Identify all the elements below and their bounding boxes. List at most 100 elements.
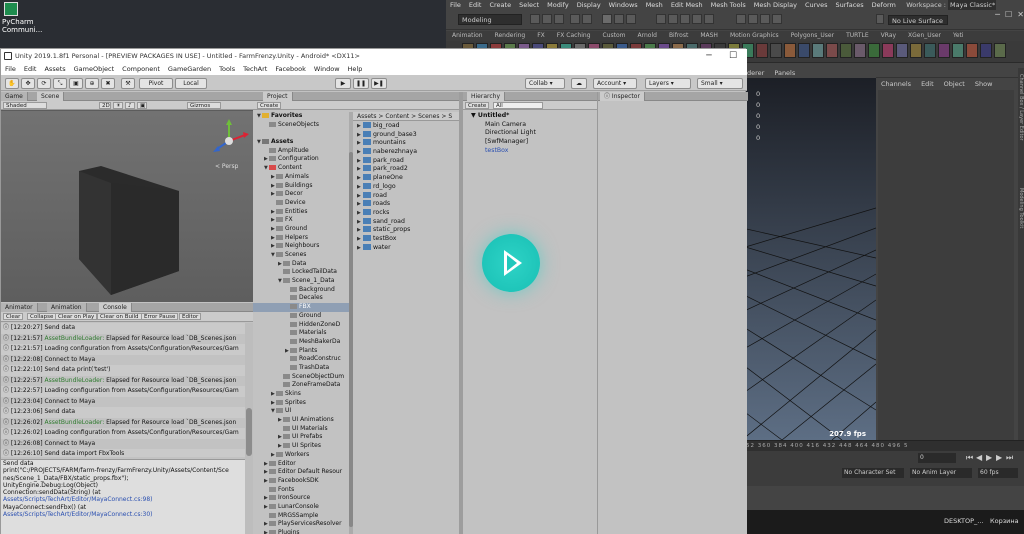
console-log-row[interactable]: ⓘ [12:22:57] Loading configuration from … [1, 386, 245, 397]
menu-assets[interactable]: Assets [40, 64, 69, 75]
tab-console[interactable]: Console [99, 303, 132, 312]
shelf-tool-icon[interactable] [770, 43, 782, 58]
project-tree-item[interactable]: MRGSSample [253, 512, 353, 521]
shelf-tool-icon[interactable] [798, 43, 810, 58]
menu-gamegarden[interactable]: GameGarden [164, 64, 215, 75]
project-tree-item[interactable]: ▶ UI Prefabs [253, 433, 353, 442]
console-log-row[interactable]: ⓘ [12:22:10] Send data print('test') [1, 365, 245, 376]
hierarchy-search-input[interactable]: All [493, 102, 543, 109]
minimize-button[interactable]: ─ [697, 49, 721, 64]
maya-menu-edit-mesh[interactable]: Edit Mesh [667, 0, 707, 10]
project-tree-item[interactable]: ▶ Decor [253, 190, 353, 199]
time-ruler[interactable]: 52 360 384 400 416 432 448 464 480 496 5 [742, 441, 1024, 451]
console-log-row[interactable]: ⓘ [12:22:57] AssetBundleLoader: Elapsed … [1, 376, 245, 387]
menu-edit[interactable]: Edit [20, 64, 41, 75]
fps-dropdown[interactable]: 60 fps [978, 468, 1018, 478]
project-tree-item[interactable]: SceneObjectDum [253, 373, 353, 382]
clear-button[interactable]: Clear [3, 313, 24, 320]
asset-item[interactable]: ▶ water [353, 243, 461, 253]
shelf-tab-yeti[interactable]: Yeti [947, 31, 970, 41]
scene-root-row[interactable]: ▼ Untitled* [463, 112, 597, 121]
shelf-tab-turtle[interactable]: TURTLE [840, 31, 875, 41]
shelf-tool-icon[interactable] [966, 43, 978, 58]
project-tree-item[interactable]: MeshBakerDa [253, 338, 353, 347]
project-tree-item[interactable]: SceneObjects [253, 121, 353, 130]
maya-window-controls[interactable]: ─ ☐ ✕ [964, 10, 1024, 20]
console-scrollbar[interactable] [245, 323, 253, 534]
maya-menu-mesh-tools[interactable]: Mesh Tools [707, 0, 750, 10]
project-create-dropdown[interactable]: Create [257, 102, 282, 109]
ipr-render-icon[interactable] [748, 14, 758, 24]
asset-item[interactable]: ▶ planeOne [353, 174, 461, 183]
project-tree-item[interactable]: Materials [253, 329, 353, 338]
go-to-start-icon[interactable]: ⏮ [966, 452, 973, 464]
render-frame-icon[interactable] [736, 14, 746, 24]
project-tree-item[interactable]: ▼ UI [253, 407, 353, 416]
asset-item[interactable]: ▶ park_road [353, 156, 461, 166]
console-log-row[interactable]: ⓘ [12:26:02] AssetBundleLoader: Elapsed … [1, 418, 245, 429]
project-tree-item[interactable]: ▶ Skins [253, 390, 353, 399]
side-tab-channel-box[interactable]: Channel Box / Layer Editor [1018, 74, 1024, 141]
maya-menu-select[interactable]: Select [515, 0, 543, 10]
pivot-toggle[interactable]: Pivot [139, 78, 173, 89]
maya-side-tabs[interactable]: Channel Box / Layer Editor Modeling Tool… [1018, 68, 1024, 440]
recycle-bin-label[interactable]: Корзина [990, 517, 1019, 525]
clear-on-play-button[interactable]: Clear on Play [55, 313, 98, 320]
new-scene-icon[interactable] [530, 14, 540, 24]
console-log-row[interactable]: ⓘ [12:21:57] Loading configuration from … [1, 344, 245, 355]
project-breadcrumb[interactable]: Assets > Content > Scenes > S [353, 112, 461, 121]
maya-menu-surfaces[interactable]: Surfaces [832, 0, 868, 10]
time-slider[interactable]: 52 360 384 400 416 432 448 464 480 496 5… [742, 440, 1024, 465]
cb-menu-channels[interactable]: Channels [876, 80, 916, 88]
shelf-tool-icon[interactable] [980, 43, 992, 58]
hierarchy-create-dropdown[interactable]: Create [465, 102, 490, 109]
audio-toggle-icon[interactable]: ♪ [125, 102, 135, 109]
asset-item[interactable]: ▶ big_road [353, 122, 461, 131]
tab-inspector[interactable]: ⓘ Inspector [600, 92, 645, 101]
shelf-tab-animation[interactable]: Animation [446, 31, 489, 41]
shelf-tool-icon[interactable] [826, 43, 838, 58]
scale-tool-icon[interactable]: ⤡ [53, 78, 67, 89]
maya-menu-modify[interactable]: Modify [543, 0, 573, 10]
shelf-tool-icon[interactable] [854, 43, 866, 58]
rotate-tool-icon[interactable]: ⟳ [37, 78, 51, 89]
project-tree-item[interactable]: LockedTailData [253, 268, 353, 277]
project-tree-item[interactable]: ▶ Plants [253, 347, 353, 356]
maya-menu-curves[interactable]: Curves [801, 0, 832, 10]
maya-mode-dropdown[interactable]: Modeling [458, 14, 522, 25]
console-log-row[interactable]: ⓘ [12:23:06] Send data [1, 407, 245, 418]
project-tree-item[interactable]: UI Materials [253, 425, 353, 434]
pause-button[interactable]: ❚❚ [353, 78, 369, 89]
maya-menu-file[interactable]: File [446, 0, 465, 10]
project-tree-item[interactable]: Ground [253, 312, 353, 321]
menu-window[interactable]: Window [310, 64, 344, 75]
hierarchy-item-directional-light[interactable]: Directional Light [463, 129, 597, 138]
menu-gameobject[interactable]: GameObject [70, 64, 119, 75]
asset-item[interactable]: ▶ static_props [353, 226, 461, 235]
layout-dropdown[interactable]: Small ▾ [697, 78, 743, 89]
shelf-tool-icon[interactable] [868, 43, 880, 58]
video-play-overlay-button[interactable] [482, 234, 540, 292]
project-tree-item[interactable] [253, 129, 353, 138]
shelf-tab-rendering[interactable]: Rendering [489, 31, 532, 41]
maya-menu-mesh[interactable]: Mesh [642, 0, 667, 10]
asset-item[interactable]: ▶ ground_base3 [353, 130, 461, 140]
shelf-tab-vray[interactable]: VRay [875, 31, 902, 41]
side-tab-modeling-toolkit[interactable]: Modeling Toolkit [1018, 188, 1024, 228]
project-tree-item[interactable]: ▶ PlayServicesResolver [253, 520, 353, 529]
shelf-tab-motion-graphics[interactable]: Motion Graphics [724, 31, 785, 41]
menu-component[interactable]: Component [118, 64, 164, 75]
console-log-row[interactable]: ⓘ [12:20:27] Send data [1, 323, 245, 334]
shelf-tool-icon[interactable] [812, 43, 824, 58]
project-asset-list[interactable]: Assets > Content > Scenes > S ▶ big_road ▶… [353, 112, 461, 534]
lighting-toggle-icon[interactable]: ☀ [113, 102, 123, 109]
project-tree-item[interactable]: Fonts [253, 486, 353, 495]
select-hierarchy-icon[interactable] [602, 14, 612, 24]
project-tree-item[interactable]: RoadConstruc [253, 355, 353, 364]
tab-animator[interactable]: Animator [1, 303, 38, 312]
save-scene-icon[interactable] [554, 14, 564, 24]
console-log-row[interactable]: ⓘ [12:26:08] Connect to Maya [1, 439, 245, 450]
shelf-tab-mash[interactable]: MASH [694, 31, 724, 41]
maya-viewport[interactable]: 0 0 0 0 0 207.9 fps [742, 78, 876, 440]
collapse-button[interactable]: Collapse [27, 313, 57, 320]
